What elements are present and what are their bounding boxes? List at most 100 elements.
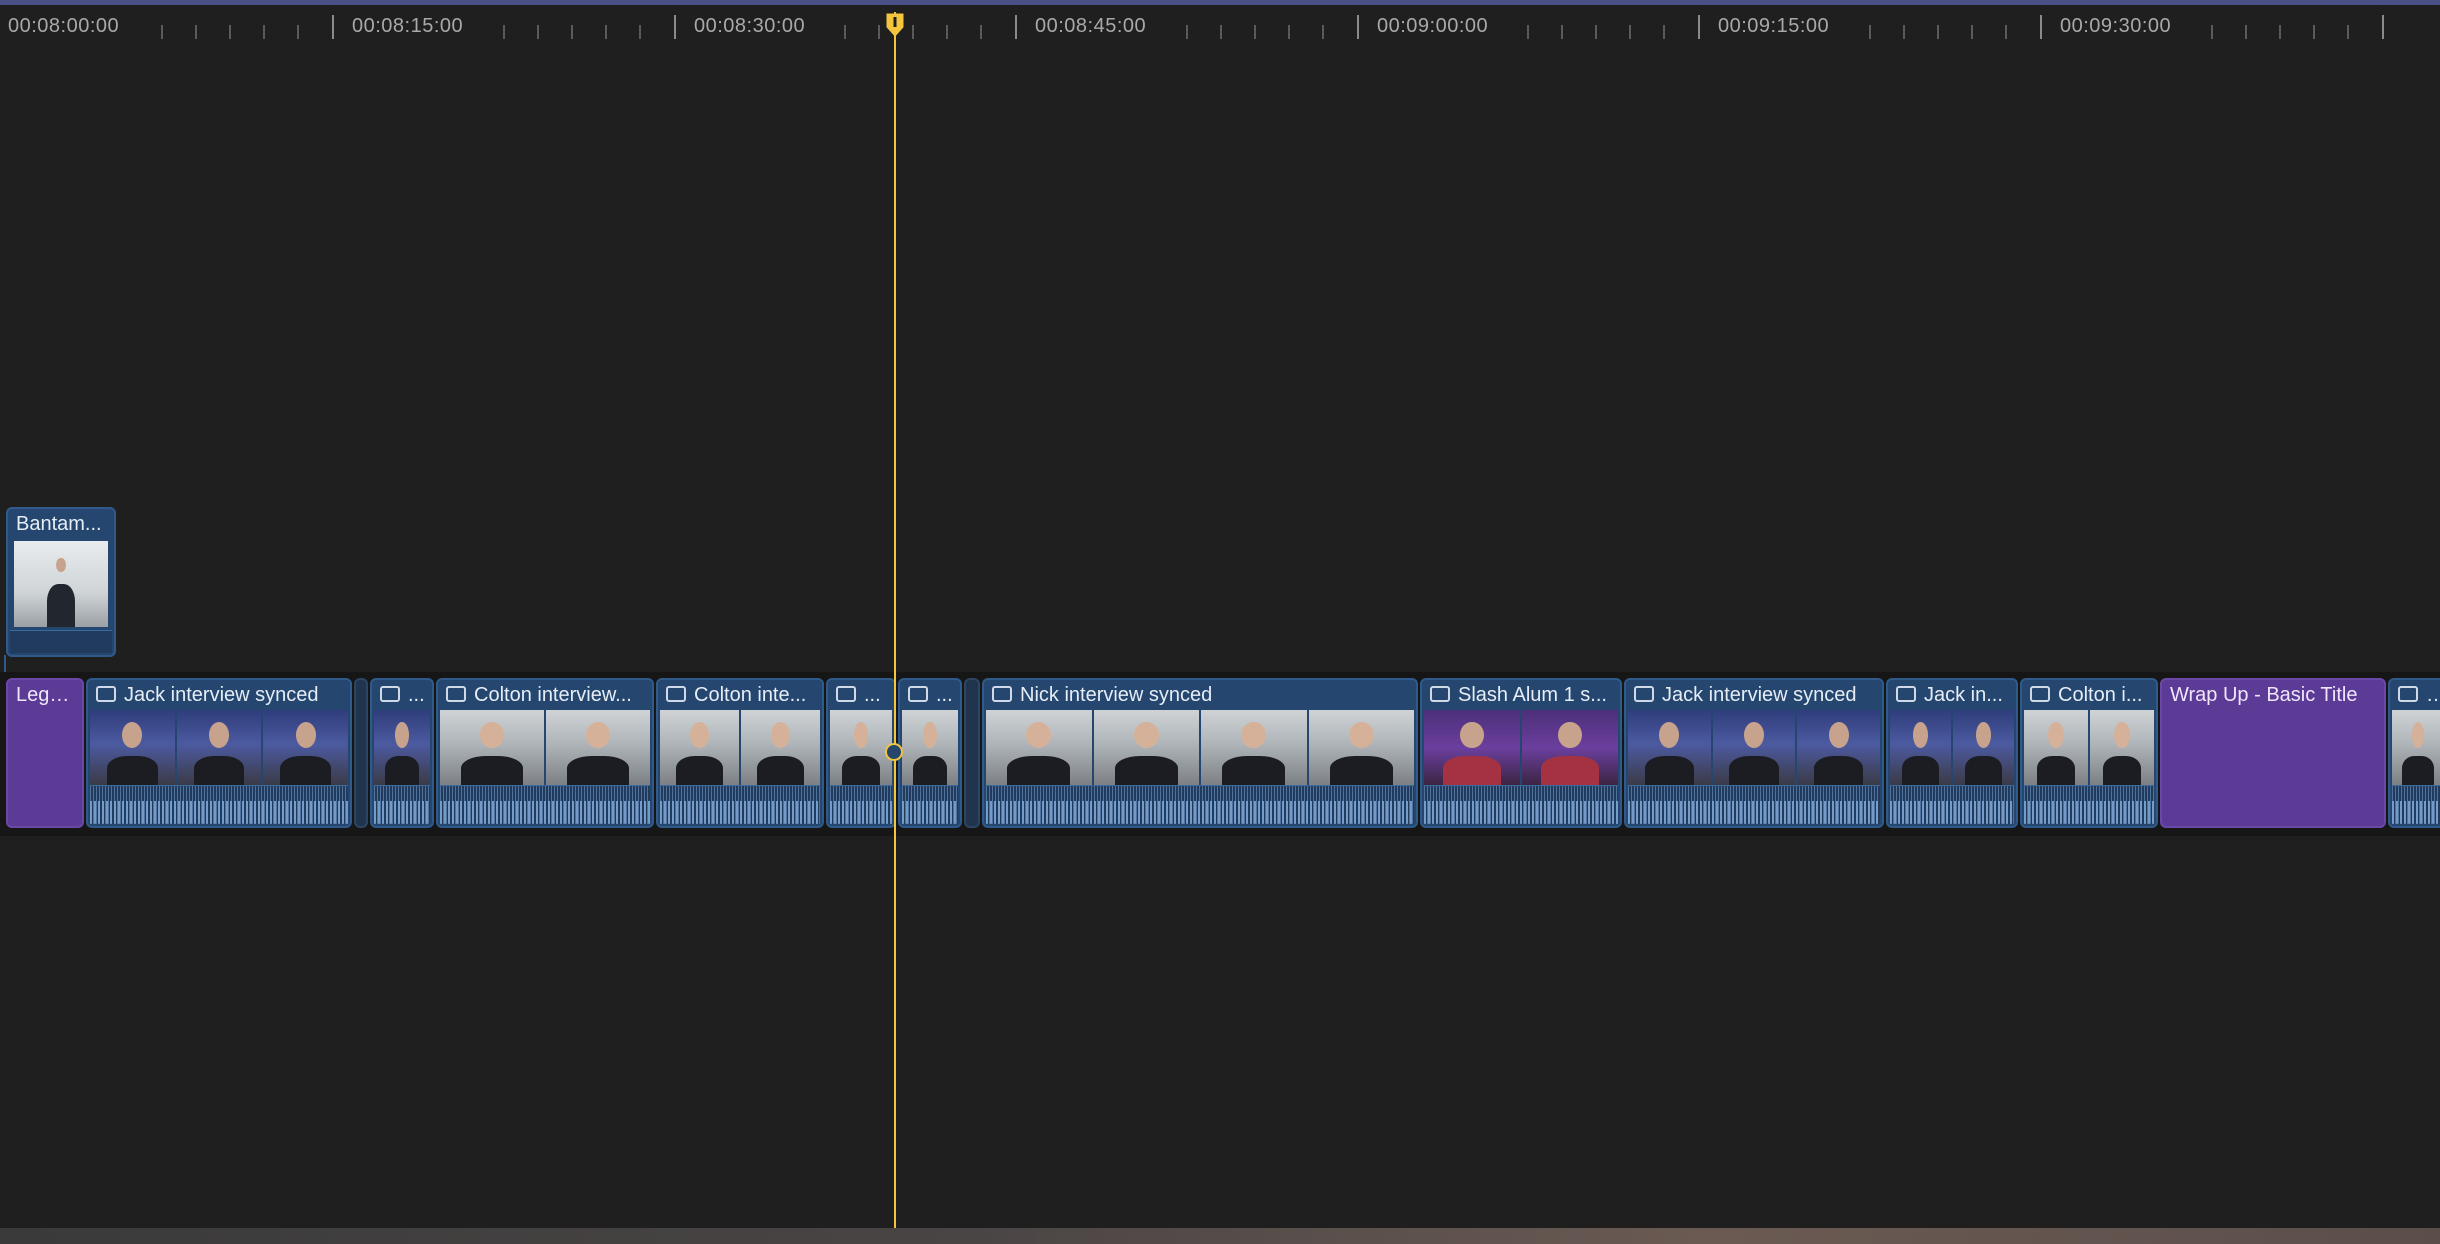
clip-label: ... <box>380 684 426 707</box>
gap-clip[interactable] <box>964 678 980 828</box>
ruler-minor-tick <box>1903 25 1905 39</box>
clip-filmstrip <box>1424 710 1618 786</box>
clip-label: Bantam... <box>16 513 102 535</box>
playhead-handle-icon[interactable] <box>886 13 904 37</box>
clip-label-text: Colton inte... <box>694 684 807 706</box>
video-clip[interactable]: Jack in... <box>1886 678 2018 828</box>
ruler-minor-tick <box>195 25 197 39</box>
audio-waveform <box>1628 785 1880 824</box>
clip-thumbnail <box>14 541 108 627</box>
ruler-timecode-label: 00:08:15:00 <box>352 15 464 37</box>
skimmer-knob[interactable] <box>885 743 903 761</box>
audio-waveform <box>10 630 112 653</box>
clip-label: Jack interview synced <box>1634 684 1876 707</box>
video-clip[interactable]: Slash Alum 1 s... <box>1420 678 1622 828</box>
video-clip[interactable]: Colton i... <box>2020 678 2158 828</box>
clip-filmstrip <box>2024 710 2154 786</box>
clip-label: Nick interview synced <box>992 684 1410 707</box>
clip-label: Colton inte... <box>666 684 816 707</box>
ruler-minor-tick <box>2279 25 2281 39</box>
clip-filmstrip <box>90 710 348 786</box>
compound-clip-icon <box>1430 686 1450 702</box>
ruler-major-tick <box>1357 15 1359 39</box>
video-clip[interactable]: Jack interview synced <box>86 678 352 828</box>
audio-waveform <box>2392 785 2440 824</box>
video-clip[interactable]: ... <box>370 678 434 828</box>
ruler-minor-tick <box>878 25 880 39</box>
clip-label-text: ... <box>864 684 881 706</box>
ruler-minor-tick <box>912 25 914 39</box>
clip-label-text: Slash Alum 1 s... <box>1458 684 1607 706</box>
clip-label: Jack interview synced <box>96 684 344 707</box>
clip-thumbnail <box>1201 710 1307 786</box>
clip-label: Colton interview... <box>446 684 646 707</box>
ruler-minor-tick <box>980 25 982 39</box>
clip-label: Jack in... <box>1896 684 2010 707</box>
clip-thumbnail <box>2090 710 2154 786</box>
ruler-minor-tick <box>1629 25 1631 39</box>
clip-label-text: ... <box>408 684 425 706</box>
clip-label: Lega... <box>16 684 76 706</box>
ruler-major-tick <box>1698 15 1700 39</box>
title-clip[interactable]: Wrap Up - Basic Title <box>2160 678 2386 828</box>
ruler-major-tick <box>1015 15 1017 39</box>
clip-label: ... <box>836 684 888 707</box>
clip-thumbnail <box>902 710 958 786</box>
title-clip[interactable]: Lega... <box>6 678 84 828</box>
clip-filmstrip <box>440 710 650 786</box>
compound-clip-icon <box>1634 686 1654 702</box>
audio-waveform <box>374 785 430 824</box>
clip-filmstrip <box>830 710 892 786</box>
ruler-minor-tick <box>1971 25 1973 39</box>
audio-waveform <box>90 785 348 824</box>
audio-waveform <box>1890 785 2014 824</box>
video-clip[interactable]: Ni <box>2388 678 2440 828</box>
dock-edge <box>0 1228 2440 1244</box>
connected-clip[interactable]: Bantam... <box>6 507 116 657</box>
clip-thumbnail <box>90 710 175 786</box>
link-icon <box>446 686 466 702</box>
clip-thumbnail <box>830 710 892 786</box>
ruler-minor-tick <box>2005 25 2007 39</box>
audio-waveform <box>830 785 892 824</box>
ruler-minor-tick <box>1937 25 1939 39</box>
ruler-minor-tick <box>263 25 265 39</box>
audio-waveform <box>902 785 958 824</box>
ruler-minor-tick <box>1220 25 1222 39</box>
video-clip[interactable]: ... <box>898 678 962 828</box>
link-icon <box>2030 686 2050 702</box>
video-clip[interactable]: Nick interview synced <box>982 678 1418 828</box>
gap-clip[interactable] <box>354 678 368 828</box>
compound-clip-icon <box>380 686 400 702</box>
clip-thumbnail <box>1628 710 1711 786</box>
clip-label: Colton i... <box>2030 684 2150 707</box>
video-clip[interactable]: Colton interview... <box>436 678 654 828</box>
link-icon <box>666 686 686 702</box>
clip-label-text: Jack interview synced <box>124 684 319 706</box>
clip-thumbnail <box>176 710 262 786</box>
ruler-timecode-label: 00:08:00:00 <box>8 15 120 37</box>
ruler-minor-tick <box>946 25 948 39</box>
clip-thumbnail <box>440 710 544 786</box>
video-clip[interactable]: Jack interview synced <box>1624 678 1884 828</box>
clip-thumbnail <box>546 710 650 786</box>
timeline-ruler[interactable]: 00:08:00:00 00:08:15:00 00:08:30:00 00:0… <box>0 5 2440 51</box>
clip-filmstrip <box>1628 710 1880 786</box>
ruler-minor-tick <box>2313 25 2315 39</box>
clip-thumbnail <box>1712 710 1796 786</box>
ruler-minor-tick <box>297 25 299 39</box>
audio-waveform <box>660 785 820 824</box>
ruler-minor-tick <box>537 25 539 39</box>
clip-label-text: Colton interview... <box>474 684 632 706</box>
audio-waveform <box>440 785 650 824</box>
timeline-root: 00:08:00:00 00:08:15:00 00:08:30:00 00:0… <box>0 0 2440 1244</box>
compound-clip-icon <box>96 686 116 702</box>
ruler-minor-tick <box>844 25 846 39</box>
ruler-major-tick <box>2040 15 2042 39</box>
ruler-timecode-label: 00:09:30:00 <box>2060 15 2172 37</box>
clip-thumbnail <box>741 710 820 786</box>
video-clip[interactable]: Colton inte... <box>656 678 824 828</box>
clip-thumbnail <box>1890 710 1951 786</box>
clip-label: Slash Alum 1 s... <box>1430 684 1614 707</box>
playhead[interactable] <box>894 12 896 1228</box>
